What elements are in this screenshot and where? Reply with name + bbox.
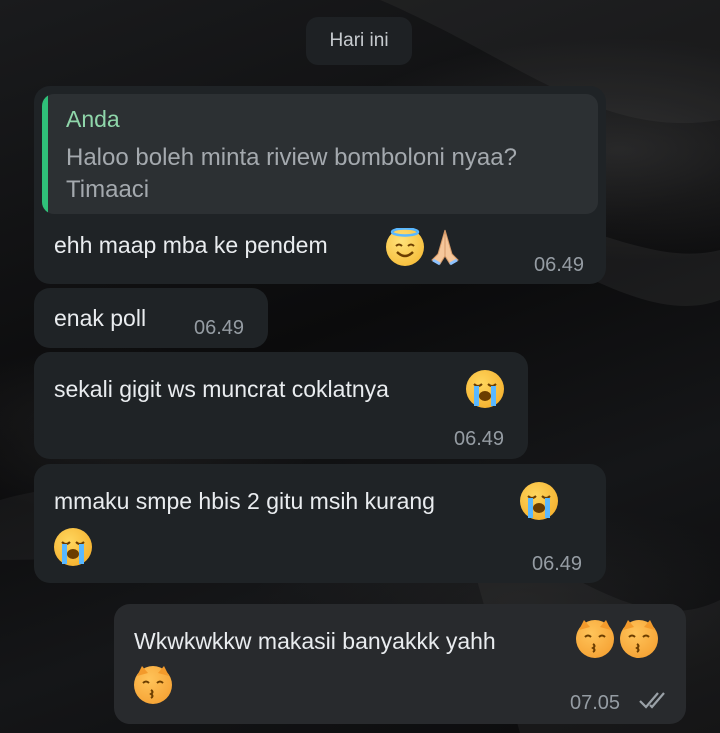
kissing-cat-icon (620, 620, 658, 658)
loudly-crying-face-icon (54, 528, 92, 566)
message-timestamp: 06.49 (454, 428, 505, 450)
message-timestamp: 06.49 (532, 553, 583, 575)
message-timestamp: 06.49 (194, 317, 245, 339)
kissing-cat-icon (576, 620, 614, 658)
quote-text: Haloo boleh minta riview bomboloni nyaa?… (66, 144, 517, 203)
message-text: Wkwkwkkw makasii banyakkk yahh (134, 628, 496, 654)
message-bubble[interactable]: sekali gigit ws muncrat coklatnya 06.49 (34, 352, 528, 459)
message-bubble[interactable]: Anda Haloo boleh minta riview bomboloni … (34, 86, 606, 284)
quote-accent-bar (42, 94, 48, 214)
message-bubble[interactable]: mmaku smpe hbis 2 gitu msih kurang 06.49 (34, 464, 606, 583)
folded-hands-icon (428, 226, 462, 266)
message-text: mmaku smpe hbis 2 gitu msih kurang (54, 488, 435, 514)
quote-author: Anda (66, 106, 120, 132)
quoted-message[interactable]: Anda Haloo boleh minta riview bomboloni … (42, 94, 598, 214)
date-separator: Hari ini (306, 17, 412, 65)
outgoing-message-bubble[interactable]: Wkwkwkkw makasii banyakkk yahh 07.05 (114, 604, 686, 724)
message-timestamp: 06.49 (534, 254, 585, 276)
kissing-cat-icon (134, 666, 172, 704)
smiling-face-with-halo-icon (386, 228, 424, 266)
message-text: ehh maap mba ke pendem (54, 232, 328, 258)
loudly-crying-face-icon (520, 482, 558, 520)
message-text: sekali gigit ws muncrat coklatnya (54, 376, 389, 402)
message-bubble[interactable]: enak poll 06.49 (34, 288, 268, 348)
loudly-crying-face-icon (466, 370, 504, 408)
read-double-check-icon (639, 692, 665, 709)
message-text: enak poll (54, 305, 147, 331)
message-timestamp: 07.05 (570, 692, 621, 714)
